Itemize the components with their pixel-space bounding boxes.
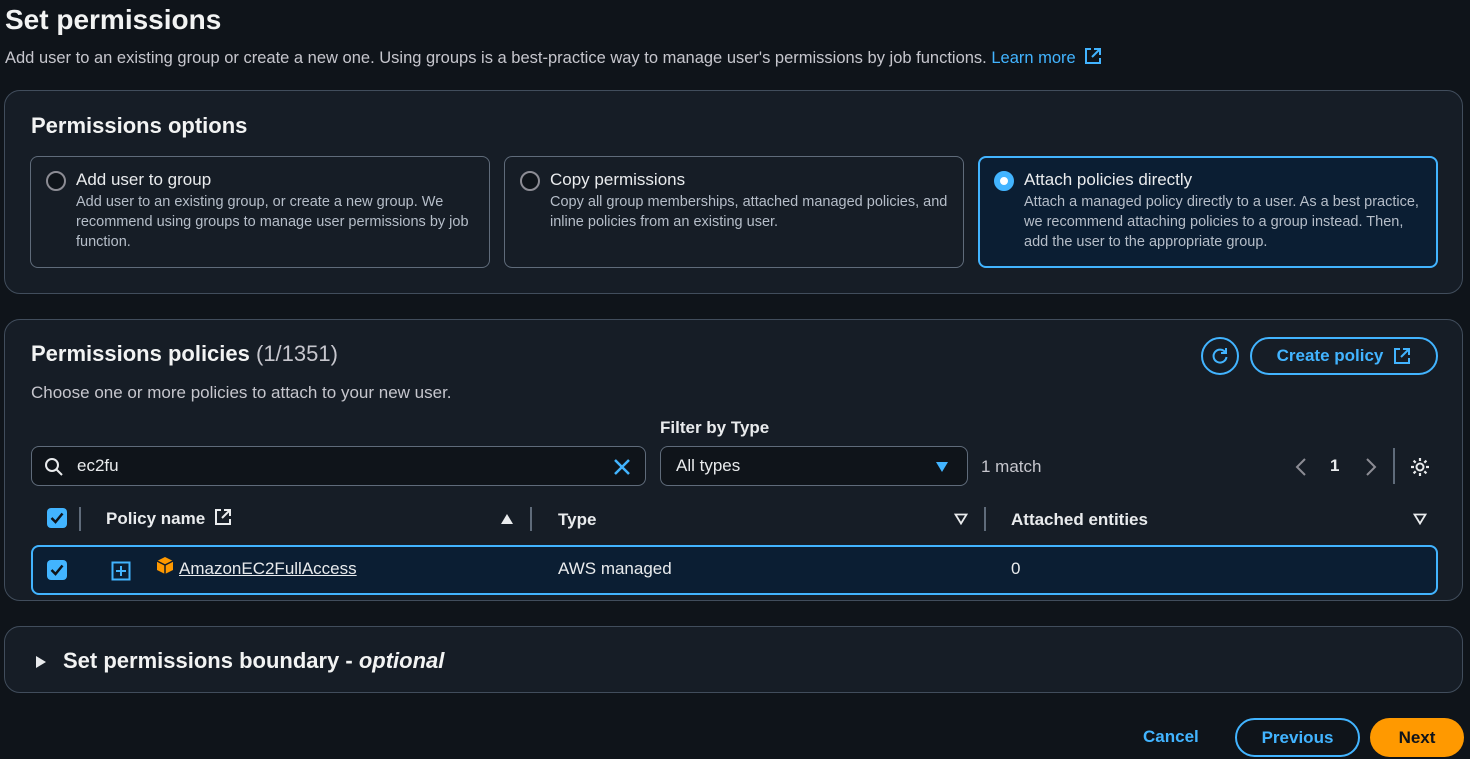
create-policy-label: Create policy: [1276, 346, 1384, 365]
page-title: Set permissions: [5, 4, 222, 35]
policy-type-cell: AWS managed: [558, 559, 672, 578]
column-header-policy-name[interactable]: Policy name: [106, 508, 232, 529]
option-add-user-to-group[interactable]: Add user to group Add user to an existin…: [30, 156, 490, 268]
next-label: Next: [1398, 727, 1436, 747]
type-filter-select[interactable]: All types: [660, 446, 968, 486]
check-icon: [50, 564, 64, 576]
policies-count: (1/1351): [256, 341, 338, 366]
permissions-policies-title: Permissions policies (1/1351): [31, 341, 338, 367]
learn-more-link[interactable]: Learn more: [991, 48, 1102, 67]
policies-description: Choose one or more policies to attach to…: [31, 383, 452, 402]
search-input-value: ec2fu: [77, 456, 119, 475]
column-divider: [79, 507, 81, 531]
page-description-text: Add user to an existing group or create …: [5, 49, 987, 67]
previous-label: Previous: [1261, 727, 1334, 747]
boundary-optional-text: optional: [358, 648, 445, 673]
option-attach-policies-directly[interactable]: Attach policies directly Attach a manage…: [978, 156, 1438, 268]
option-label: Copy permissions: [550, 170, 686, 189]
policy-search-input[interactable]: ec2fu: [31, 446, 646, 486]
sort-caret-icon[interactable]: [954, 513, 968, 525]
select-all-checkbox[interactable]: [47, 508, 67, 528]
column-header-attached-entities[interactable]: Attached entities: [1011, 510, 1148, 530]
option-label: Add user to group: [76, 170, 212, 189]
option-copy-permissions[interactable]: Copy permissions Copy all group membersh…: [504, 156, 964, 268]
refresh-icon: [1212, 348, 1228, 364]
expand-caret-right-icon[interactable]: [35, 655, 47, 669]
permissions-boundary-title[interactable]: Set permissions boundary - optional: [63, 648, 444, 674]
policy-name-link[interactable]: AmazonEC2FullAccess: [179, 559, 357, 579]
policy-name-header-label: Policy name: [106, 509, 206, 528]
check-icon: [50, 512, 64, 524]
radio-copy-permissions[interactable]: [520, 171, 540, 191]
permissions-options-container: Permissions options Add user to group Ad…: [4, 90, 1463, 294]
option-description: Add user to an existing group, or create…: [76, 194, 469, 250]
pagination-divider: [1393, 448, 1395, 484]
aws-managed-policy-icon: [156, 557, 174, 574]
page-description: Add user to an existing group or create …: [5, 47, 1102, 68]
expand-row-icon[interactable]: [111, 561, 131, 581]
previous-page-icon[interactable]: [1295, 457, 1307, 477]
external-link-icon: [1394, 348, 1411, 364]
external-link-icon: [1085, 48, 1102, 64]
create-policy-button[interactable]: Create policy: [1250, 337, 1438, 375]
current-page[interactable]: 1: [1330, 456, 1339, 476]
option-description: Copy all group memberships, attached man…: [550, 194, 948, 230]
sort-caret-icon[interactable]: [1413, 513, 1427, 525]
radio-attach-policies-directly[interactable]: [994, 171, 1014, 191]
column-header-type[interactable]: Type: [558, 510, 596, 530]
permissions-options-title: Permissions options: [31, 113, 248, 138]
column-divider: [984, 507, 986, 531]
option-label: Attach policies directly: [1024, 170, 1193, 189]
type-filter-value: All types: [676, 456, 741, 475]
search-icon: [45, 458, 63, 476]
learn-more-label: Learn more: [991, 49, 1076, 67]
boundary-title-text: Set permissions boundary -: [63, 648, 359, 673]
filter-by-type-label: Filter by Type: [660, 418, 770, 437]
next-button[interactable]: Next: [1370, 718, 1464, 757]
sort-ascending-icon[interactable]: [500, 513, 514, 525]
option-description: Attach a managed policy directly to a us…: [1024, 194, 1419, 250]
external-link-icon: [214, 509, 231, 525]
row-checkbox[interactable]: [47, 560, 67, 580]
caret-down-icon: [936, 462, 948, 472]
refresh-button[interactable]: [1201, 337, 1239, 375]
next-page-icon[interactable]: [1365, 457, 1377, 477]
previous-button[interactable]: Previous: [1235, 718, 1360, 757]
permissions-policies-container: Permissions policies (1/1351) Choose one…: [4, 319, 1463, 601]
match-count: 1 match: [981, 457, 1042, 476]
permissions-boundary-container[interactable]: Set permissions boundary - optional: [4, 626, 1463, 693]
attached-entities-cell: 0: [1011, 559, 1021, 578]
clear-search-icon[interactable]: [612, 457, 632, 477]
cancel-button[interactable]: Cancel: [1143, 727, 1199, 747]
policies-title-text: Permissions policies: [31, 341, 250, 366]
table-row[interactable]: AmazonEC2FullAccess AWS managed 0: [31, 545, 1438, 595]
settings-gear-icon[interactable]: [1409, 456, 1431, 478]
column-divider: [530, 507, 532, 531]
radio-add-user-to-group[interactable]: [46, 171, 66, 191]
